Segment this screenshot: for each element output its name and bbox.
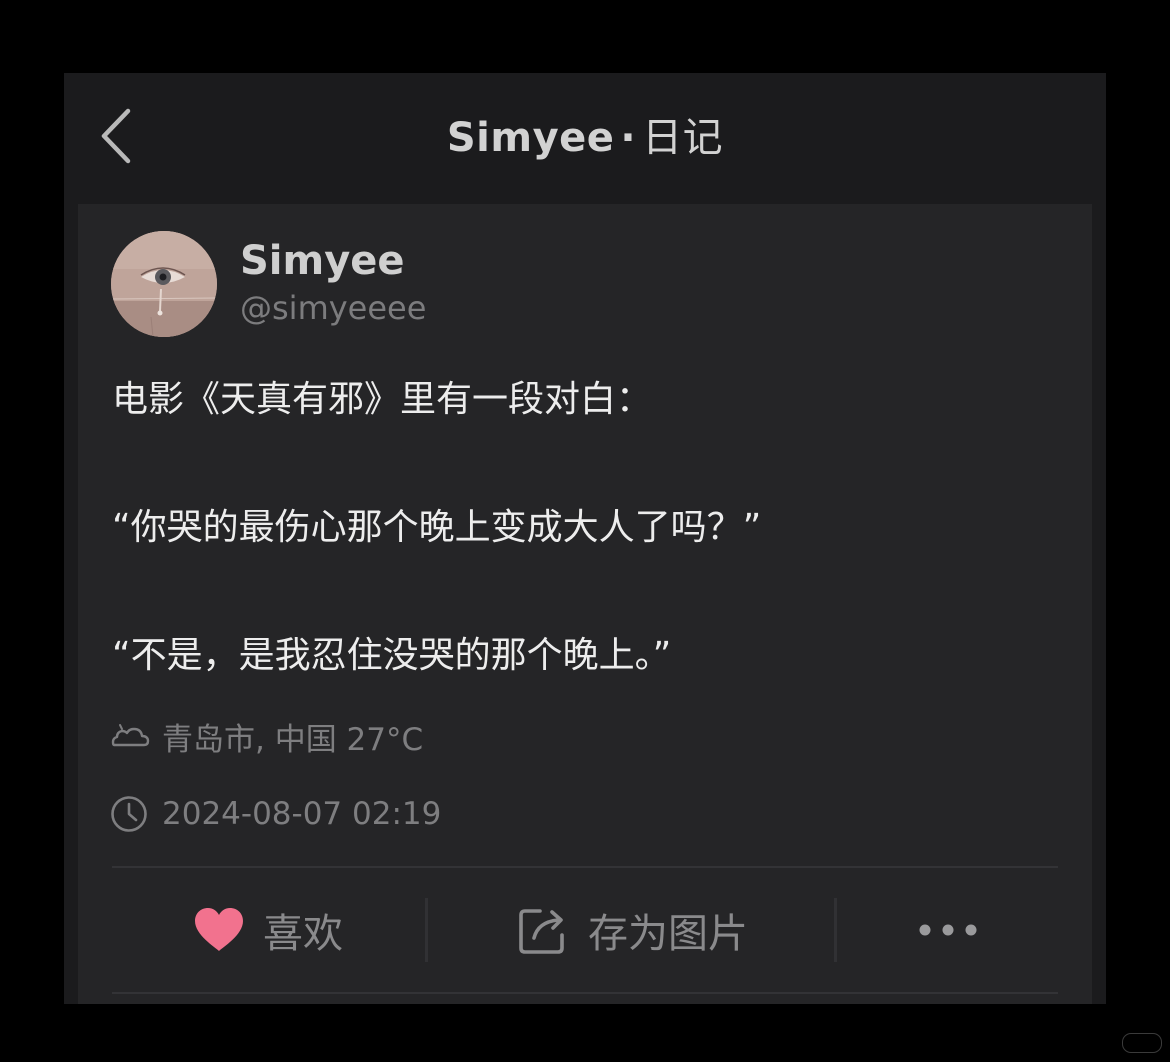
diary-card: Simyee @simyeeee 电影《天真有邪》里有一段对白： “你哭的最伤心…: [78, 204, 1092, 1004]
page-title-separator: ·: [620, 115, 637, 161]
heart-icon: [195, 908, 243, 951]
post-line: 电影《天真有邪》里有一段对白：: [112, 379, 653, 420]
watermark-badge: [1122, 1033, 1162, 1053]
share-export-icon: [519, 909, 564, 954]
like-button[interactable]: 喜欢: [118, 868, 418, 992]
avatar[interactable]: [111, 231, 217, 337]
post-line: “不是，是我忍住没哭的那个晚上。”: [112, 635, 672, 676]
more-dots-icon: [919, 924, 977, 936]
weather-location-text: 青岛市, 中国 27°C: [162, 721, 424, 758]
more-button[interactable]: [848, 868, 1048, 992]
avatar-eye-image: [111, 231, 217, 337]
post-body: 电影《天真有邪》里有一段对白： “你哭的最伤心那个晚上变成大人了吗？” “不是，…: [112, 376, 1072, 680]
cloud-icon: [111, 724, 150, 747]
page-title-user: Simyee: [446, 115, 615, 161]
page-title: Simyee · 日记: [64, 105, 1106, 163]
divider: [112, 992, 1058, 994]
action-separator: [834, 898, 837, 962]
timestamp-row: 2024-08-07 02:19: [110, 794, 441, 834]
post-spacer: [112, 424, 1072, 504]
nav-bar: Simyee · 日记: [64, 73, 1106, 201]
save-as-image-button[interactable]: 存为图片: [428, 868, 838, 992]
action-bar: 喜欢 存为图片: [78, 868, 1092, 992]
app-screen: Simyee · 日记 Simyee @simyeeee 电影《天真有邪》里有一段对…: [64, 73, 1106, 1004]
post-line: “你哭的最伤心那个晚上变成大人了吗？”: [112, 507, 762, 548]
post-spacer: [112, 552, 1072, 632]
page-title-section: 日记: [642, 115, 724, 161]
timestamp-text: 2024-08-07 02:19: [162, 796, 442, 832]
author-handle: @simyeeee: [240, 289, 427, 327]
save-as-image-label: 存为图片: [588, 911, 748, 957]
author-name[interactable]: Simyee: [240, 238, 405, 284]
weather-location-row: 青岛市, 中国 27°C: [110, 716, 424, 758]
clock-icon: [111, 796, 147, 832]
like-label: 喜欢: [263, 911, 343, 957]
